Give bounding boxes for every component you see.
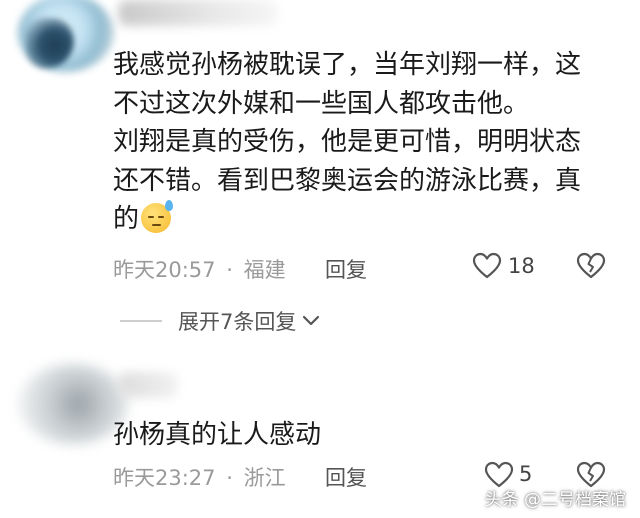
username-blurred[interactable] [118,372,178,398]
username-blurred[interactable] [118,0,278,26]
avatar[interactable] [18,364,128,444]
expand-replies-button[interactable]: 展开7条回复 [120,306,320,336]
heart-outline-icon[interactable] [472,252,502,280]
comment-location: 福建 [243,258,286,282]
expand-divider [120,320,162,322]
sweat-smile-emoji-icon [141,200,174,233]
comment-line: 还不错。看到巴黎奥运会的游泳比赛，真 [113,165,582,196]
comment-line: 刘翔是真的受伤，他是更可惜，明明状态 [113,127,582,157]
comment-text: 孙杨真的让人感动 [113,420,322,450]
reply-button[interactable]: 回复 [325,462,367,492]
broken-heart-icon[interactable] [576,252,606,280]
meta-separator: · [226,466,233,490]
like-count: 5 [519,462,533,486]
reply-button[interactable]: 回复 [325,254,367,284]
comment-line: 我感觉孙杨被耽误了，当年刘翔一样，这 [113,50,582,80]
expand-replies-label: 展开7条回复 [178,310,297,334]
comment-line: 不过这次外媒和一些国人都攻击他。 [113,88,530,119]
like-count: 18 [508,254,535,278]
watermark: 头条 @二号档案馆 [484,490,626,510]
comment-line: 的 [113,204,140,234]
sweat-drop [165,200,174,211]
comment-meta: 昨天23:27 · 浙江 [113,462,286,492]
chevron-down-icon [303,315,320,326]
comment-time: 昨天20:57 [113,258,216,282]
meta-separator: · [226,258,233,282]
comment-meta: 昨天20:57 · 福建 [113,254,286,284]
comment-text: 我感觉孙杨被耽误了，当年刘翔一样，这 不过这次外媒和一些国人都攻击他。 刘翔是真… [113,46,613,239]
comment-time: 昨天23:27 [113,466,216,490]
comment-location: 浙江 [243,466,286,490]
comment-line-last: 的 [113,200,613,239]
